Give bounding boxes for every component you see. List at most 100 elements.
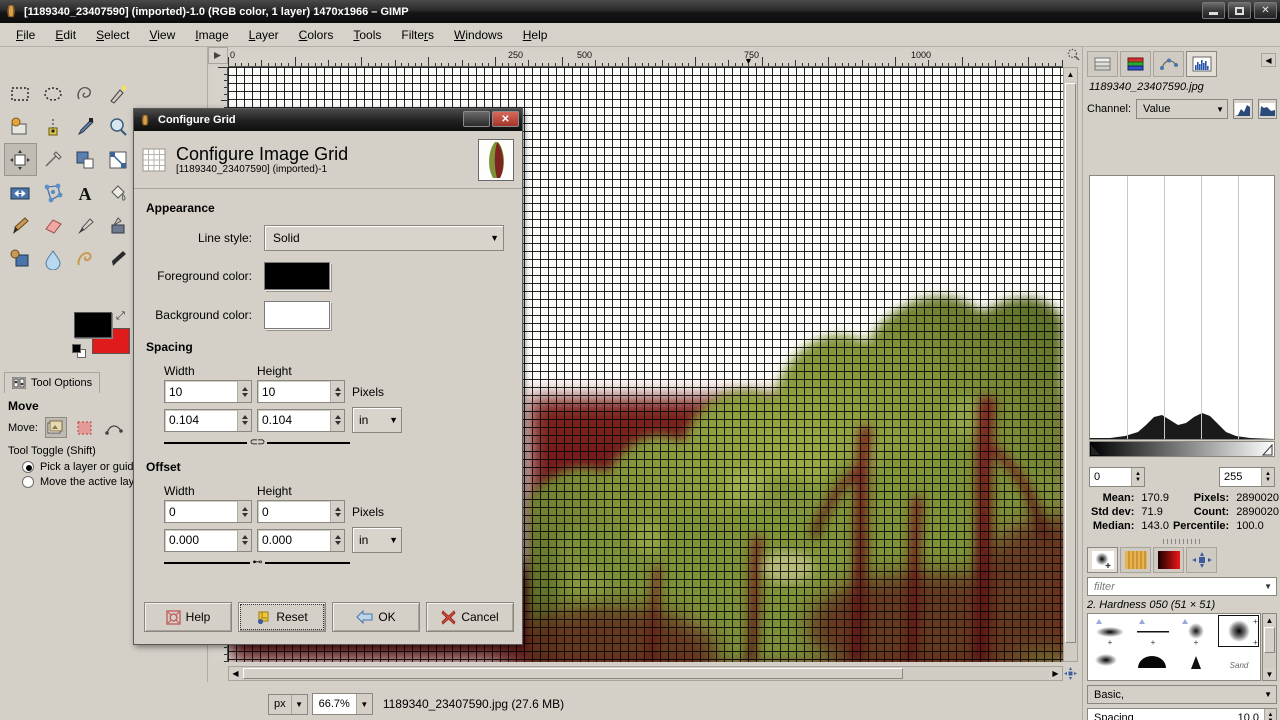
maximize-button[interactable] <box>1228 2 1251 19</box>
eraser-tool[interactable] <box>37 209 70 242</box>
ellipse-select-tool[interactable] <box>37 77 70 110</box>
range-high-spinner[interactable]: 255 ▲ ▼ <box>1219 467 1275 487</box>
dodge-burn-tool[interactable] <box>102 242 135 275</box>
menu-help[interactable]: Help <box>513 25 558 45</box>
minimize-button[interactable] <box>1202 2 1225 19</box>
spinner-buttons[interactable] <box>237 381 251 402</box>
scroll-up-arrow[interactable]: ▲ <box>1064 68 1077 81</box>
offset-width-px-input[interactable]: 0 <box>164 500 252 523</box>
cage-transform-tool[interactable] <box>37 176 70 209</box>
zoom-combo[interactable]: 66.7% ▼ <box>311 693 373 715</box>
spinner-buttons[interactable] <box>330 529 344 551</box>
crop-tool[interactable] <box>69 143 102 176</box>
bucket-fill-tool[interactable] <box>102 176 135 209</box>
offset-chain-toggle[interactable]: ⊷ <box>164 557 350 568</box>
brushes-tab[interactable] <box>1087 547 1118 573</box>
move-layer-mode-button[interactable] <box>44 417 67 438</box>
patterns-tab[interactable] <box>1120 547 1151 573</box>
transform-tool[interactable] <box>102 143 135 176</box>
tool-options-tab[interactable]: Tool Options <box>4 372 101 393</box>
background-color-button[interactable] <box>264 301 330 329</box>
spacing-height-px-input[interactable]: 10 <box>257 380 345 403</box>
flip-tool[interactable] <box>4 176 37 209</box>
menu-filters[interactable]: Filters <box>391 25 444 45</box>
offset-unit-combo[interactable]: in ▼ <box>352 527 402 553</box>
color-picker-tool[interactable] <box>69 110 102 143</box>
channel-combo[interactable]: Value ▼ <box>1136 99 1229 119</box>
reset-button[interactable]: Reset <box>238 602 326 632</box>
foreground-color-swatch[interactable] <box>74 312 112 338</box>
zoom-image-button[interactable] <box>1067 48 1081 62</box>
help-button[interactable]: Help <box>144 602 232 632</box>
linear-histogram-button[interactable] <box>1233 99 1253 119</box>
dock-menu-button[interactable]: ◀ <box>1261 53 1276 67</box>
menu-file[interactable]: File <box>6 25 45 45</box>
menu-view[interactable]: View <box>139 25 185 45</box>
foreground-color-button[interactable] <box>264 262 330 290</box>
ok-button[interactable]: OK <box>332 602 420 632</box>
spacing-height-in-input[interactable]: 0.104 <box>257 408 345 432</box>
move-path-mode-button[interactable] <box>103 417 125 438</box>
scissors-select-tool[interactable] <box>37 110 70 143</box>
menu-edit[interactable]: Edit <box>45 25 86 45</box>
spacing-chain-toggle[interactable]: ⊂⊃ <box>164 437 351 448</box>
spinner-buttons[interactable]: ▲▼ <box>1264 709 1276 720</box>
cancel-button[interactable]: Cancel <box>426 602 514 632</box>
menu-tools[interactable]: Tools <box>343 25 391 45</box>
fuzzy-select-tool[interactable] <box>102 77 135 110</box>
brush-scroll-thumb[interactable] <box>1264 627 1275 653</box>
spinner-buttons[interactable] <box>237 529 251 551</box>
unit-combo[interactable]: px ▼ <box>268 693 308 715</box>
vertical-scroll-thumb[interactable] <box>1065 83 1076 643</box>
brush-item[interactable] <box>1131 648 1174 682</box>
brush-item-selected[interactable]: + + <box>1217 614 1260 648</box>
smudge-tool[interactable] <box>69 242 102 275</box>
gradients-tab[interactable] <box>1153 547 1184 573</box>
menu-colors[interactable]: Colors <box>289 25 344 45</box>
zoom-tool[interactable] <box>102 110 135 143</box>
brush-grid-scrollbar[interactable]: ▲ ▼ <box>1262 613 1277 681</box>
airbrush-tool[interactable] <box>69 209 102 242</box>
spinner-buttons[interactable] <box>237 501 251 522</box>
spinner-buttons[interactable] <box>330 501 344 522</box>
brush-filter-input[interactable]: filter ▼ <box>1087 577 1277 596</box>
text-tool[interactable]: A <box>69 176 102 209</box>
close-button[interactable]: ✕ <box>1254 2 1277 19</box>
scroll-right-arrow[interactable]: ▶ <box>1049 667 1062 680</box>
brush-item[interactable] <box>1174 648 1217 682</box>
brush-grid[interactable]: + + + + + Sand <box>1087 613 1261 681</box>
spacing-width-in-input[interactable]: 0.104 <box>164 408 252 432</box>
range-low-spinner[interactable]: 0 ▲ ▼ <box>1089 467 1145 487</box>
spinner-buttons[interactable] <box>237 409 251 431</box>
rectangle-select-tool[interactable] <box>4 77 37 110</box>
color-area[interactable]: ⤢ <box>70 310 132 362</box>
spinner-buttons[interactable]: ▲▼ <box>1131 468 1144 486</box>
histogram-tab[interactable] <box>1186 51 1217 77</box>
offset-height-in-input[interactable]: 0.000 <box>257 528 345 552</box>
brush-tag-combo[interactable]: Basic, ▼ <box>1087 685 1277 704</box>
brush-item[interactable]: + <box>1174 614 1217 648</box>
histogram-plot[interactable] <box>1089 175 1275 440</box>
blur-sharpen-tool[interactable] <box>37 242 70 275</box>
menu-layer[interactable]: Layer <box>239 25 289 45</box>
swap-colors-icon[interactable]: ⤢ <box>116 310 125 323</box>
dialog-close-button[interactable]: ✕ <box>492 111 519 127</box>
scroll-down-arrow[interactable]: ▼ <box>1263 668 1276 680</box>
ruler-origin-button[interactable] <box>208 47 228 64</box>
offset-height-px-input[interactable]: 0 <box>257 500 345 523</box>
canvas-vertical-scrollbar[interactable]: ▲ <box>1063 67 1078 662</box>
canvas-horizontal-scrollbar[interactable]: ◀ ▶ <box>228 666 1063 681</box>
spinner-buttons[interactable]: ▲▼ <box>1261 468 1274 486</box>
channels-tab[interactable] <box>1120 51 1151 77</box>
offset-width-in-input[interactable]: 0.000 <box>164 528 252 552</box>
line-style-combo[interactable]: Solid ▼ <box>264 225 504 251</box>
histogram-range-gradient[interactable] <box>1089 441 1275 457</box>
brush-item[interactable]: + <box>1131 614 1174 648</box>
menu-windows[interactable]: Windows <box>444 25 513 45</box>
select-by-color-tool[interactable] <box>4 110 37 143</box>
horizontal-scroll-thumb[interactable] <box>243 668 903 679</box>
default-colors-icon[interactable] <box>72 344 88 360</box>
clone-tool[interactable] <box>4 242 37 275</box>
navigation-tab[interactable] <box>1186 547 1217 573</box>
scroll-up-arrow[interactable]: ▲ <box>1263 614 1276 626</box>
